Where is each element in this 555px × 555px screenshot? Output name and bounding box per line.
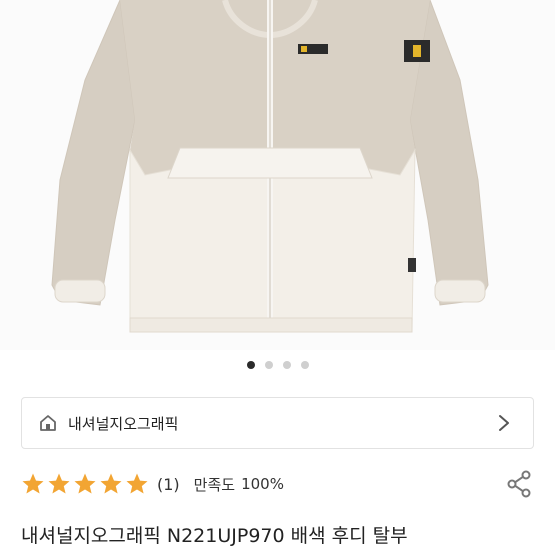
carousel-dot[interactable] [282, 361, 291, 369]
star-icon [100, 473, 122, 494]
carousel-indicator [0, 361, 555, 369]
star-icon [74, 473, 96, 494]
satisfaction-value: 100% [241, 475, 284, 493]
carousel-dot[interactable] [264, 361, 273, 369]
share-icon[interactable] [506, 470, 532, 498]
product-image[interactable] [0, 0, 555, 350]
product-title: 내셔널지오그래픽 N221UJP970 배색 후디 탈부 [21, 525, 408, 547]
star-rating [21, 472, 149, 496]
home-icon [40, 415, 56, 431]
chevron-right-icon [499, 415, 509, 431]
review-count[interactable]: (1) [157, 475, 180, 494]
rating-row: (1) 만족도 100% [21, 466, 534, 502]
jacket-illustration [0, 0, 555, 350]
brand-link[interactable]: 내셔널지오그래픽 [21, 397, 534, 449]
brand-name: 내셔널지오그래픽 [68, 414, 179, 433]
satisfaction-label: 만족도 [193, 475, 236, 494]
star-icon [48, 473, 70, 494]
carousel-dot[interactable] [300, 361, 309, 369]
star-icon [22, 473, 44, 494]
carousel-dot-active[interactable] [246, 361, 255, 369]
star-icon [126, 473, 148, 494]
